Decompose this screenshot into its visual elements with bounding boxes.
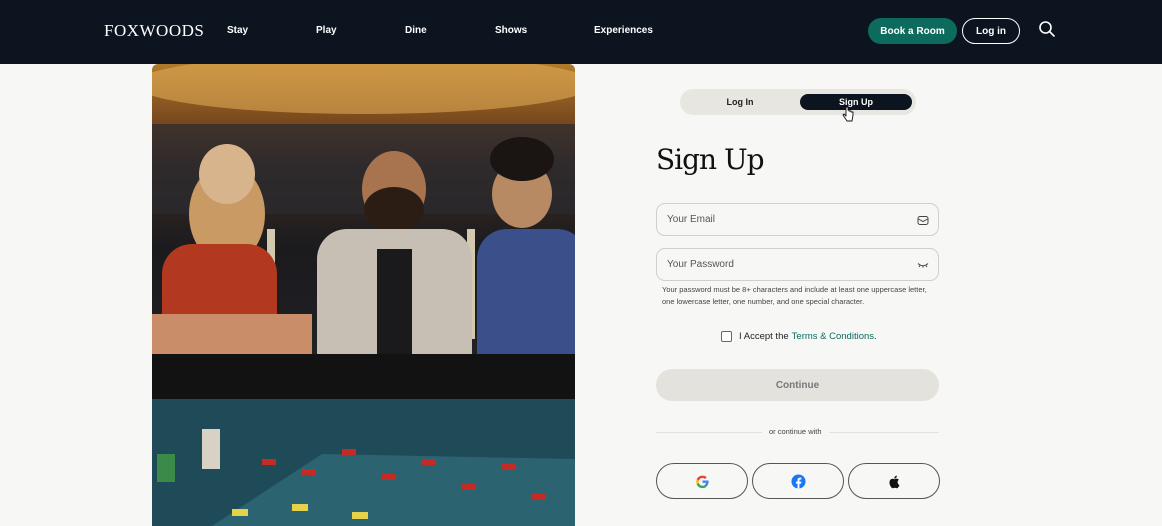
facebook-button[interactable]	[752, 463, 844, 499]
nav-stay[interactable]: Stay	[227, 25, 248, 36]
tab-login[interactable]: Log In	[680, 89, 800, 115]
terms-checkbox[interactable]	[721, 331, 732, 342]
nav-experiences[interactable]: Experiences	[594, 25, 653, 36]
accept-terms-row: I Accept the Terms & Conditions .	[721, 331, 877, 342]
terms-link[interactable]: Terms & Conditions	[792, 331, 874, 342]
password-hint: Your password must be 8+ characters and …	[662, 285, 927, 306]
casino-photo	[152, 64, 575, 526]
accept-suffix: .	[874, 331, 877, 342]
hand-cursor-icon	[842, 106, 854, 122]
nav-shows[interactable]: Shows	[495, 25, 527, 36]
nav-play[interactable]: Play	[316, 25, 337, 36]
apple-icon	[888, 475, 899, 488]
apple-button[interactable]	[848, 463, 940, 499]
email-input[interactable]	[667, 204, 907, 235]
mail-icon	[917, 216, 929, 225]
google-icon	[695, 475, 709, 488]
divider-text: or continue with	[762, 427, 829, 436]
password-input[interactable]	[667, 249, 907, 280]
continue-button[interactable]: Continue	[656, 369, 939, 401]
top-nav: FOXWOODS Stay Play Dine Shows Experience…	[0, 0, 1162, 64]
google-button[interactable]	[656, 463, 748, 499]
accept-prefix: I Accept the	[739, 331, 789, 342]
auth-toggle: Log In Sign Up	[680, 89, 916, 115]
foxwoods-logo[interactable]: FOXWOODS	[104, 21, 204, 41]
book-room-button[interactable]: Book a Room	[868, 18, 957, 44]
email-field	[656, 203, 939, 236]
page-title: Sign Up	[656, 143, 765, 176]
login-button[interactable]: Log in	[962, 18, 1020, 44]
tab-signup[interactable]: Sign Up	[800, 94, 912, 110]
password-field	[656, 248, 939, 281]
search-icon[interactable]	[1038, 20, 1056, 38]
facebook-icon	[790, 473, 806, 489]
nav-dine[interactable]: Dine	[405, 25, 427, 36]
eye-closed-icon[interactable]	[917, 259, 929, 271]
